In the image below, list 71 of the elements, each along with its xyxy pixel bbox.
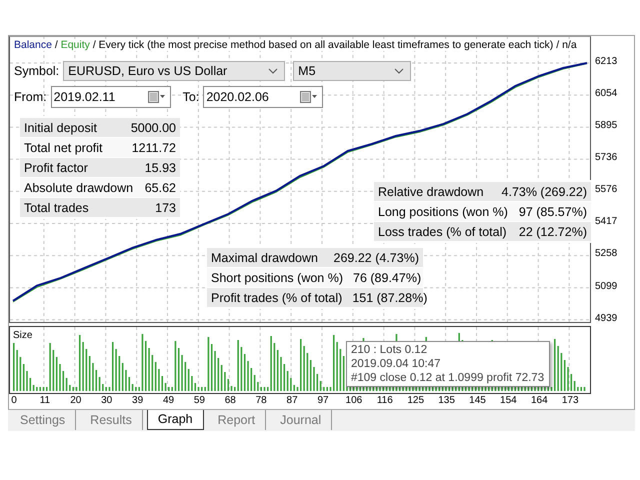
axis-label: 145 <box>469 395 486 406</box>
axis-label: 5417 <box>595 216 618 228</box>
tooltip-line: 2019.09.04 10:47 <box>351 357 442 371</box>
stat-value: 76 (89.47%) <box>353 270 422 284</box>
axis-label: 6213 <box>595 56 618 67</box>
stat-label: Long positions (won %) <box>378 204 508 218</box>
axis-label: 116 <box>376 395 393 406</box>
chart-legend: Balance / Equity / Every tick (the most precise method based on all available least timeframes to generate each tick) / n/a <box>14 39 577 51</box>
to-date-field[interactable]: 2020.02.06 <box>203 86 324 108</box>
stat-value: 5000.00 <box>130 120 176 134</box>
axis-label: 68 <box>224 395 236 406</box>
stat-label: Loss trades (% of total) <box>378 224 507 238</box>
tab[interactable]: Journal <box>270 410 332 430</box>
tooltip-line: #109 close 0.12 at 1.0999 profit 72.73 <box>351 371 545 385</box>
stat-value: 1211.72 <box>132 140 176 154</box>
stat-value: 22 (12.72%) <box>518 224 587 238</box>
axis-label: 173 <box>562 395 579 406</box>
stat-value: 151 (87.28%) <box>352 290 428 304</box>
stat-value: 15.93 <box>144 160 176 174</box>
axis-label: 154 <box>500 395 517 406</box>
symbol-select[interactable]: EURUSD, Euro vs US Dollar <box>63 61 286 81</box>
axis-label: 164 <box>530 395 548 406</box>
stat-value: 4.73% (269.22) <box>502 184 587 198</box>
stat-label: Relative drawdown <box>378 184 484 198</box>
axis-label: 97 <box>317 395 329 406</box>
stat-label: Maximal drawdown <box>211 250 318 264</box>
axis-label: 0 <box>11 395 17 406</box>
axis-label: 5258 <box>595 248 618 260</box>
stat-label: Total trades <box>24 200 89 214</box>
stat-label: Profit trades (% of total) <box>211 290 342 304</box>
tab[interactable]: Graph <box>146 410 204 430</box>
axis-label: 87 <box>286 395 298 406</box>
stat-label: Absolute drawdown <box>24 180 134 194</box>
axis-label: 5895 <box>595 120 618 132</box>
dropdown-caret-icon <box>268 68 278 74</box>
axis-label: 4939 <box>595 312 618 324</box>
axis-label: 49 <box>162 395 174 406</box>
stat-value: 269.22 (4.73%) <box>334 250 419 264</box>
stat-label: Initial deposit <box>24 120 97 134</box>
to-label: To: <box>182 90 200 104</box>
symbol-label: Symbol: <box>14 64 60 78</box>
stat-value: 173 <box>155 200 176 214</box>
axis-label: 5736 <box>595 152 618 164</box>
stat-value: 65.62 <box>144 180 176 194</box>
axis-label: 59 <box>194 395 205 406</box>
calendar-icon[interactable] <box>300 91 318 103</box>
stat-label: Profit factor <box>24 160 88 174</box>
axis-label: 5576 <box>595 184 618 196</box>
axis-label: 39 <box>132 395 144 406</box>
axis-label: 125 <box>407 395 424 406</box>
axis-label: 5099 <box>595 280 618 292</box>
tab[interactable]: Settings <box>10 410 76 430</box>
tab[interactable]: Results <box>80 410 143 430</box>
axis-label: 135 <box>438 395 455 406</box>
period-select[interactable]: M5 <box>293 61 412 81</box>
stat-label: Short positions (won %) <box>211 270 344 284</box>
axis-label: 11 <box>40 395 50 406</box>
from-date-field[interactable]: 2019.02.11 <box>50 86 171 108</box>
axis-label: 30 <box>101 395 112 406</box>
tooltip-line: 210 : Lots 0.12 <box>351 343 428 357</box>
calendar-icon[interactable] <box>148 91 166 103</box>
stat-label: Total net profit <box>24 140 103 154</box>
pane-title: Size <box>13 330 32 341</box>
dropdown-caret-icon <box>394 68 404 74</box>
stat-value: 97 (85.57%) <box>518 204 587 218</box>
from-label: From: <box>14 90 47 104</box>
axis-label: 20 <box>70 395 82 406</box>
axis-label: 78 <box>256 395 267 406</box>
axis-label: 106 <box>346 395 362 406</box>
tab[interactable]: Report <box>208 410 266 430</box>
axis-label: 6054 <box>595 88 618 100</box>
